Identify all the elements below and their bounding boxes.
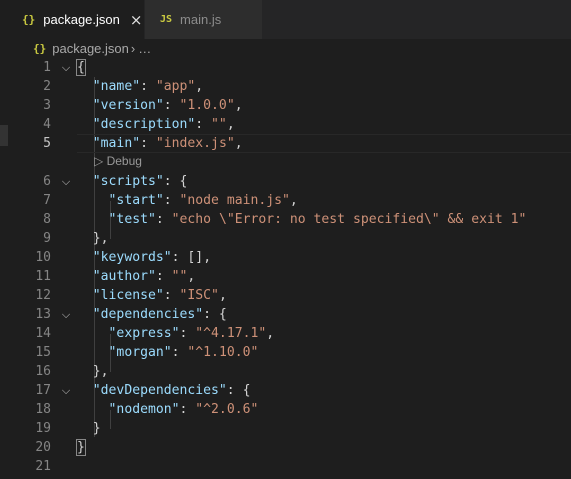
tab-package-json[interactable]: {} package.json ×	[0, 0, 144, 39]
json-value: []	[187, 250, 204, 265]
line-number: 16	[35, 364, 51, 379]
code-line: 6 ⌵ "scripts": {	[0, 172, 571, 191]
line-number: 18	[35, 402, 51, 417]
line-number: 3	[43, 98, 51, 113]
line-number: 20	[35, 440, 51, 455]
tab-bar: {} package.json × JS main.js	[0, 0, 571, 39]
line-number: 1	[43, 60, 51, 75]
code-line: 17 ⌵ "devDependencies": {	[0, 381, 571, 400]
javascript-file-icon: JS	[160, 14, 173, 25]
debug-label: Debug	[106, 154, 142, 168]
line-number: 15	[35, 345, 51, 360]
json-key: "description"	[92, 117, 196, 132]
json-key: "devDependencies"	[92, 383, 227, 398]
json-file-icon: {}	[33, 41, 47, 55]
line-number: 4	[43, 117, 51, 132]
line-number: 9	[43, 231, 51, 246]
json-value: "index.js"	[155, 136, 235, 151]
json-key: "version"	[92, 98, 164, 113]
breadcrumb-separator: ›	[130, 40, 136, 56]
json-file-icon: {}	[22, 13, 36, 26]
line-number: 21	[35, 459, 51, 474]
json-key: "keywords"	[92, 250, 172, 265]
bracket: }	[76, 439, 86, 456]
json-value: ""	[171, 269, 188, 284]
code-line: 14 "express": "^4.17.1",	[0, 324, 571, 343]
chevron-down-icon[interactable]: ⌵	[61, 172, 71, 191]
tab-label: package.json	[43, 12, 120, 27]
chevron-down-icon[interactable]: ⌵	[61, 305, 71, 324]
close-icon[interactable]: ×	[130, 11, 143, 29]
line-number: 17	[35, 383, 51, 398]
json-key: "scripts"	[92, 174, 164, 189]
code-editor[interactable]: 1 ⌵ { 2 "name": "app", 3 "version": "1.0…	[0, 58, 571, 479]
json-key: "express"	[108, 326, 180, 341]
json-key: "main"	[92, 136, 141, 151]
code-line: 18 "nodemon": "^2.0.6"	[0, 400, 571, 419]
code-line: 7 "start": "node main.js",	[0, 191, 571, 210]
json-value: "1.0.0"	[179, 98, 235, 113]
json-key: "name"	[92, 79, 141, 94]
code-line: 8 "test": "echo \"Error: no test specifi…	[0, 210, 571, 229]
code-line: 4 "description": "",	[0, 115, 571, 134]
line-number: 2	[43, 79, 51, 94]
code-line: 11 "author": "",	[0, 267, 571, 286]
line-number: 12	[35, 288, 51, 303]
code-line: 16 },	[0, 362, 571, 381]
code-line: 2 "name": "app",	[0, 77, 571, 96]
breadcrumb-file[interactable]: package.json	[52, 41, 129, 56]
chevron-down-icon[interactable]: ⌵	[61, 381, 71, 400]
code-line: 13 ⌵ "dependencies": {	[0, 305, 571, 324]
code-line: 1 ⌵ {	[0, 58, 571, 77]
json-key: "license"	[92, 288, 164, 303]
json-key: "dependencies"	[92, 307, 204, 322]
json-key: "author"	[92, 269, 156, 284]
code-line: 9 },	[0, 229, 571, 248]
code-line: 19 }	[0, 419, 571, 438]
code-line-current: 5 "main": "index.js",	[0, 134, 571, 153]
line-number: 14	[35, 326, 51, 341]
json-value: "^4.17.1"	[195, 326, 267, 341]
tab-main-js[interactable]: JS main.js	[144, 0, 262, 39]
json-value: ""	[211, 117, 227, 132]
line-number: 7	[43, 193, 51, 208]
code-line: 15 "morgan": "^1.10.0"	[0, 343, 571, 362]
tab-label: main.js	[180, 12, 222, 27]
line-number: 19	[35, 421, 51, 436]
chevron-down-icon[interactable]: ⌵	[61, 58, 71, 77]
json-value: "echo \"Error: no test specified\" && ex…	[171, 212, 527, 227]
json-value: "app"	[155, 79, 196, 94]
debug-codelens[interactable]: ▷ Debug	[94, 152, 142, 171]
line-number: 11	[35, 269, 51, 284]
line-number: 10	[35, 250, 51, 265]
play-icon: ▷	[94, 154, 104, 168]
line-number: 6	[43, 174, 51, 189]
code-line: 3 "version": "1.0.0",	[0, 96, 571, 115]
code-line: 10 "keywords": [],	[0, 248, 571, 267]
code-line: 12 "license": "ISC",	[0, 286, 571, 305]
breadcrumb-more[interactable]: …	[138, 41, 151, 56]
line-number: 13	[35, 307, 51, 322]
bracket: {	[76, 59, 86, 76]
json-value: "^2.0.6"	[195, 402, 259, 417]
json-key: "nodemon"	[108, 402, 180, 417]
breadcrumb: {} package.json › …	[0, 39, 571, 57]
code-line: 21	[0, 457, 571, 476]
line-number: 8	[43, 212, 51, 227]
line-number: 5	[43, 136, 51, 151]
json-value: "ISC"	[179, 288, 219, 303]
json-value: "^1.10.0"	[187, 345, 259, 360]
json-key: "start"	[108, 193, 164, 208]
json-key: "morgan"	[108, 345, 172, 360]
json-key: "test"	[108, 212, 156, 227]
code-line: 20 }	[0, 438, 571, 457]
json-value: "node main.js"	[179, 193, 290, 208]
